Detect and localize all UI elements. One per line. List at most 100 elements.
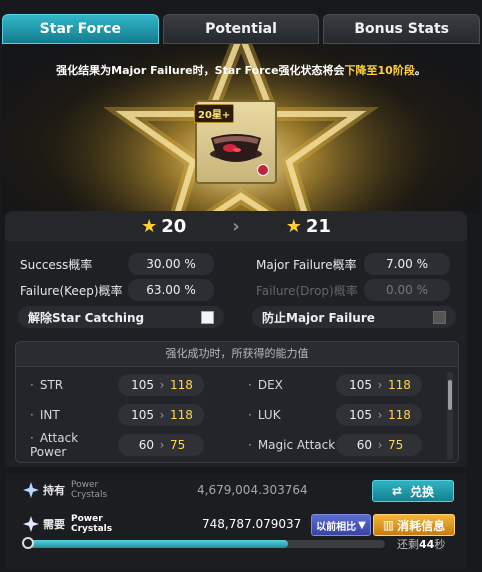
tab-star-force[interactable]: Star Force bbox=[2, 14, 159, 44]
stat-preview-box: 强化成功时，所获得的能力值 STR 105 › 118 DEX 105 › 118 IN… bbox=[15, 341, 459, 463]
required-sub1: Power bbox=[71, 514, 103, 524]
prevent-major-failure-toggle[interactable]: 防止Major Failure bbox=[252, 306, 456, 328]
failure-keep-rate-value: 63.00 % bbox=[128, 279, 214, 301]
stat-current: 105 bbox=[349, 408, 372, 422]
power-crystal-icon bbox=[23, 482, 39, 498]
required-crystals-value: 748,787.079037 bbox=[202, 517, 302, 531]
notice-prefix: 强化结果为Major Failure时，Star Force强化状态将会 bbox=[56, 64, 345, 77]
success-rate-value: 30.00 % bbox=[128, 253, 214, 275]
notice-highlight: 下降至10阶段 bbox=[344, 64, 415, 77]
required-sub2: Crystals bbox=[71, 524, 113, 534]
lock-icon bbox=[257, 164, 269, 176]
failure-drop-rate-value: 0.00 % bbox=[364, 279, 450, 301]
star-catching-checkbox[interactable] bbox=[201, 311, 214, 324]
stat-current: 105 bbox=[349, 378, 372, 392]
enhance-stage: 强化结果为Major Failure时，Star Force强化状态将会下降至1… bbox=[2, 44, 480, 214]
stat-current: 60 bbox=[356, 438, 372, 452]
timer-prefix: 还剩 bbox=[397, 538, 419, 551]
required-label: 需要 bbox=[43, 518, 65, 531]
timer-fill bbox=[25, 540, 288, 548]
stat-values: 105 › 118 bbox=[118, 404, 204, 426]
stat-name: Magic Attack bbox=[248, 438, 336, 452]
stat-next: 118 bbox=[170, 408, 193, 422]
stat-next: 118 bbox=[388, 378, 411, 392]
timer-text: 还剩44秒 bbox=[397, 536, 445, 552]
stat-next: 118 bbox=[388, 408, 411, 422]
failure-drop-rate-row: Failure(Drop)概率 0.00 % bbox=[256, 279, 450, 301]
success-rate-label: Success概率 bbox=[20, 257, 93, 272]
stat-row-dex: DEX 105 › 118 bbox=[248, 374, 422, 396]
owned-sub1: Power bbox=[71, 480, 99, 490]
stat-name: DEX bbox=[248, 378, 336, 392]
timer-seconds: 44 bbox=[419, 538, 435, 551]
chevron-right-icon: › bbox=[232, 215, 240, 237]
stat-row-luk: LUK 105 › 118 bbox=[248, 404, 422, 426]
stat-name: Attack Power bbox=[30, 431, 118, 459]
stat-next: 75 bbox=[388, 438, 404, 452]
prevent-major-failure-checkbox[interactable] bbox=[433, 311, 446, 324]
stat-name: LUK bbox=[248, 408, 336, 422]
tab-bonus-stats[interactable]: Bonus Stats bbox=[323, 14, 481, 44]
stat-values: 60 › 75 bbox=[336, 434, 422, 456]
stat-row-str: STR 105 › 118 bbox=[30, 374, 204, 396]
consume-info-label: 消耗信息 bbox=[397, 518, 446, 533]
timer-bar bbox=[25, 540, 385, 548]
owned-label: 持有 bbox=[43, 484, 65, 497]
major-failure-rate-row: Major Failure概率 7.00 % bbox=[256, 253, 450, 275]
current-star: ★ 20 bbox=[141, 216, 186, 237]
consume-info-button[interactable]: ▥ 消耗信息 bbox=[373, 514, 455, 536]
exchange-button[interactable]: ⇄ 兑换 bbox=[372, 480, 454, 502]
chevron-right-icon: › bbox=[377, 438, 383, 452]
clock-icon bbox=[22, 537, 34, 549]
owned-crystals-value: 4,679,004.303764 bbox=[197, 483, 308, 497]
star-force-window: Star Force Potential Bonus Stats 强化结果为Ma… bbox=[0, 0, 482, 572]
chart-icon: ▥ bbox=[382, 518, 395, 532]
required-sublabel: Power Crystals bbox=[71, 514, 112, 534]
major-failure-notice: 强化结果为Major Failure时，Star Force强化状态将会下降至1… bbox=[2, 62, 480, 78]
owned-sub2: Crystals bbox=[71, 490, 108, 500]
chevron-right-icon: › bbox=[159, 438, 165, 452]
star-catching-label: 解除Star Catching bbox=[28, 310, 145, 325]
stat-current: 60 bbox=[138, 438, 154, 452]
item-slot[interactable]: 20星+ bbox=[194, 100, 277, 184]
chevron-right-icon: › bbox=[377, 378, 383, 392]
star-icon: ★ bbox=[141, 215, 158, 237]
exchange-label: 兑换 bbox=[410, 484, 435, 499]
tab-bar: Star Force Potential Bonus Stats bbox=[2, 14, 481, 44]
compare-label: 以前相比 bbox=[316, 521, 357, 533]
notice-suffix: 。 bbox=[414, 64, 426, 77]
stat-next: 75 bbox=[170, 438, 186, 452]
chevron-right-icon: › bbox=[377, 408, 383, 422]
stat-values: 105 › 118 bbox=[336, 374, 422, 396]
failure-drop-rate-label: Failure(Drop)概率 bbox=[256, 283, 358, 298]
star-catching-toggle[interactable]: 解除Star Catching bbox=[18, 306, 224, 328]
arrow-down-icon: ▼ bbox=[358, 519, 366, 531]
tab-potential[interactable]: Potential bbox=[162, 14, 320, 44]
next-star: ★ 21 bbox=[286, 216, 331, 237]
major-failure-rate-value: 7.00 % bbox=[364, 253, 450, 275]
stat-values: 60 › 75 bbox=[118, 434, 204, 456]
stat-name: INT bbox=[30, 408, 118, 422]
failure-keep-rate-label: Failure(Keep)概率 bbox=[20, 283, 123, 298]
stat-values: 105 › 118 bbox=[336, 404, 422, 426]
stat-name: STR bbox=[30, 378, 118, 392]
prevent-major-failure-label: 防止Major Failure bbox=[262, 310, 375, 325]
scrollbar-thumb[interactable] bbox=[448, 380, 452, 410]
timer-suffix: 秒 bbox=[434, 538, 446, 551]
stat-scrollbar[interactable] bbox=[447, 372, 453, 460]
next-star-value: 21 bbox=[305, 215, 331, 237]
crystal-panel: 持有 Power Crystals 4,679,004.303764 ⇄ 兑换 需… bbox=[5, 474, 467, 570]
owned-crystals-row: 持有 Power Crystals bbox=[23, 479, 107, 501]
star-level-row: ★ 20 › ★ 21 bbox=[5, 211, 467, 241]
stat-row-attack-power: Attack Power 60 › 75 bbox=[30, 431, 204, 459]
exchange-icon: ⇄ bbox=[391, 484, 403, 498]
chevron-right-icon: › bbox=[159, 408, 165, 422]
star-icon: ★ bbox=[285, 215, 302, 237]
stat-preview-title: 强化成功时，所获得的能力值 bbox=[16, 342, 458, 367]
stat-values: 105 › 118 bbox=[118, 374, 204, 396]
chevron-right-icon: › bbox=[159, 378, 165, 392]
current-star-value: 20 bbox=[161, 215, 187, 237]
failure-keep-rate-row: Failure(Keep)概率 63.00 % bbox=[20, 279, 214, 301]
major-failure-rate-label: Major Failure概率 bbox=[256, 257, 357, 272]
compare-button[interactable]: 以前相比 ▼ bbox=[311, 514, 371, 536]
